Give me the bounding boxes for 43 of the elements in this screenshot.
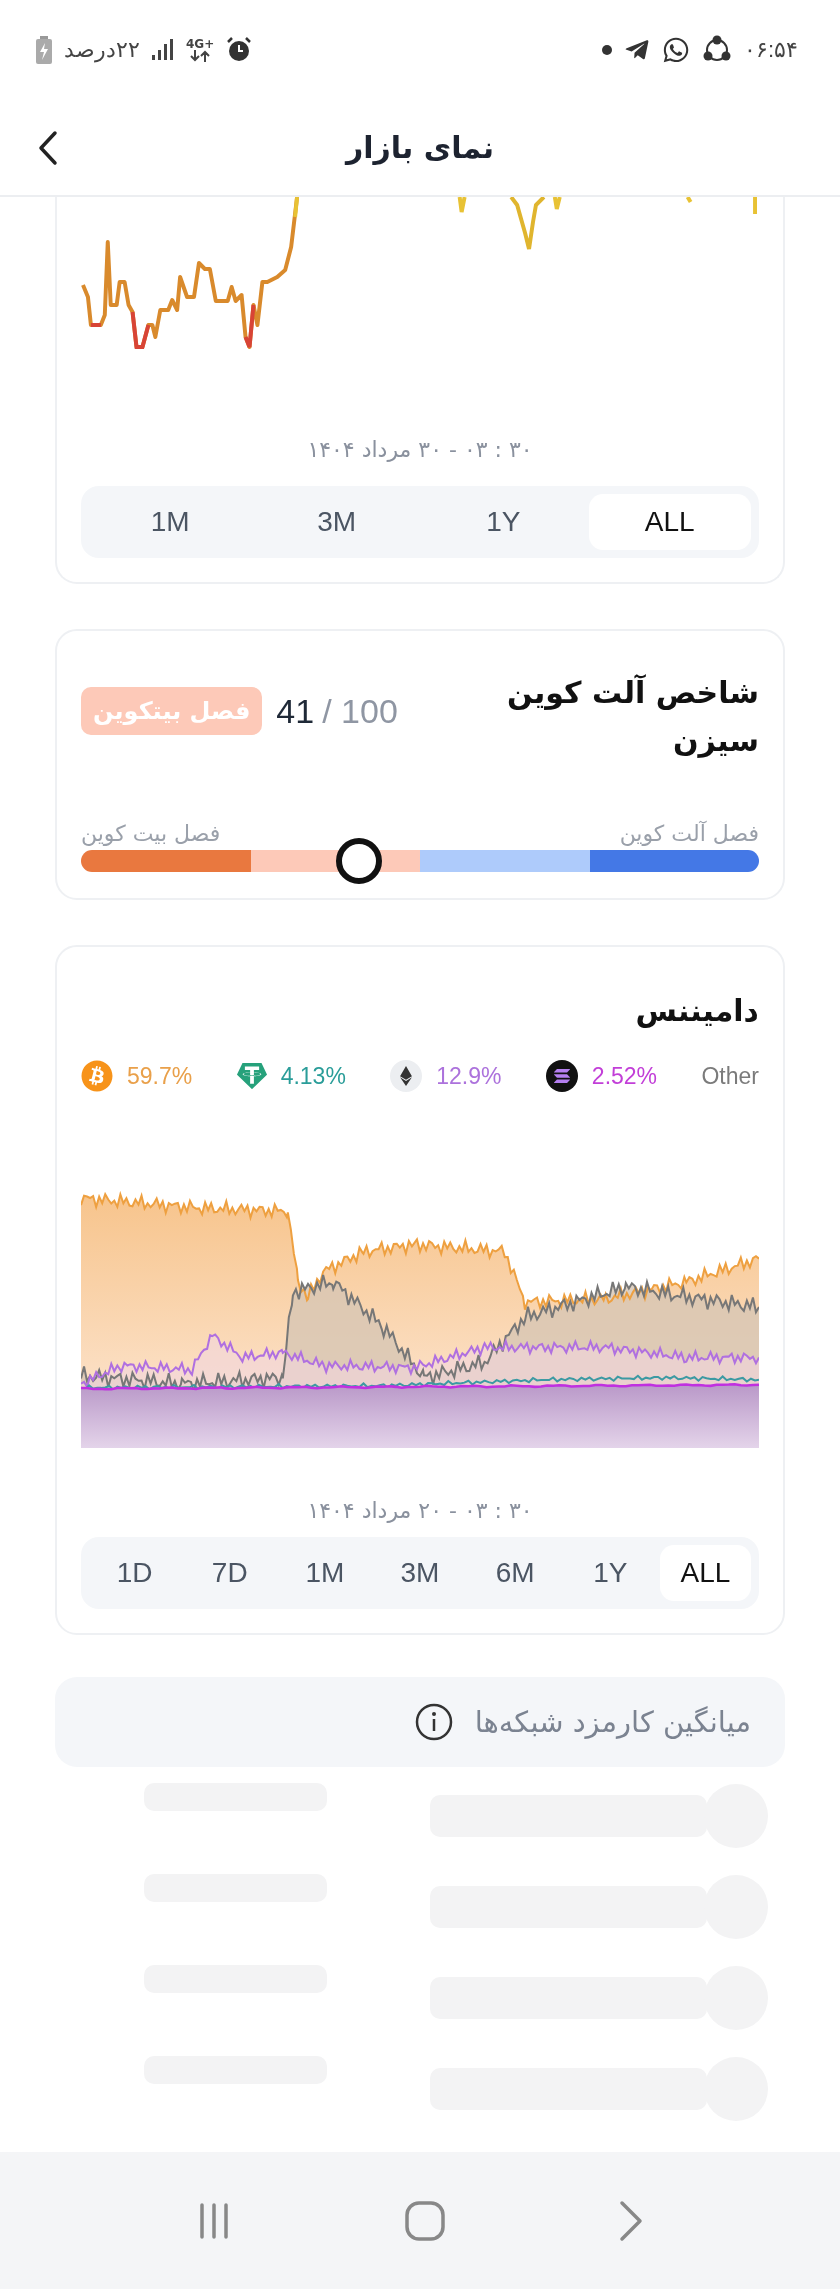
chart-date: ۳۰ : ۰۳ - ۳۰ مرداد ۱۴۰۴ bbox=[306, 437, 534, 462]
solana-icon bbox=[545, 1060, 578, 1092]
range-tab[interactable]: 1Y bbox=[564, 1545, 656, 1602]
back-icon bbox=[37, 130, 59, 166]
chart-date: ۳۰ : ۰۳ - ۲۰ مرداد ۱۴۰۴ bbox=[306, 1498, 534, 1524]
range-tab[interactable]: 1M bbox=[89, 494, 252, 550]
notification-dot-icon bbox=[601, 45, 612, 55]
data-arrows-icon bbox=[190, 50, 211, 62]
range-tab[interactable]: 1M bbox=[279, 1545, 371, 1602]
ethereum-icon bbox=[390, 1060, 423, 1092]
range-tab[interactable]: 3M bbox=[255, 494, 418, 550]
whatsapp-icon bbox=[661, 36, 690, 64]
network-type: 4G+ bbox=[186, 38, 215, 50]
dominance-value: 59.7% bbox=[127, 1062, 193, 1090]
home-icon bbox=[403, 2198, 447, 2243]
alarm-icon bbox=[226, 37, 253, 63]
dominance-value: 12.9% bbox=[436, 1062, 502, 1090]
fees-title: میانگین کارمزد شبکه‌ها bbox=[474, 1705, 751, 1740]
clock-time: ۰۶:۵۴ bbox=[743, 37, 798, 63]
signal-icon bbox=[152, 39, 174, 61]
range-tab[interactable]: 1D bbox=[89, 1545, 181, 1602]
dominance-value: 4.13% bbox=[280, 1062, 346, 1090]
dominance-value: 2.52% bbox=[591, 1062, 658, 1090]
card-title: دامیننس bbox=[634, 992, 759, 1030]
page-title: نمای بازار bbox=[346, 130, 494, 165]
index-score: 41 bbox=[276, 691, 315, 731]
range-tab[interactable]: ALL bbox=[588, 494, 751, 550]
range-tab[interactable]: 6M bbox=[469, 1545, 561, 1602]
bitcoin-season-label: فصل بیت کوین bbox=[81, 821, 221, 846]
range-tab[interactable]: 7D bbox=[184, 1545, 276, 1602]
range-tab[interactable]: 3M bbox=[374, 1545, 466, 1602]
card-title: شاخص آلت کوین سیزن bbox=[505, 673, 759, 760]
battery-icon bbox=[36, 36, 52, 64]
range-tab[interactable]: 1Y bbox=[422, 494, 585, 550]
battery-percent: ۲۲درصد bbox=[64, 37, 140, 63]
season-badge: فصل بیتکوین bbox=[81, 687, 263, 735]
dominance-value: Other bbox=[701, 1062, 759, 1090]
altcoin-season-label: فصل آلت کوین bbox=[619, 821, 759, 846]
bitcoin-icon bbox=[81, 1060, 114, 1092]
tether-icon bbox=[236, 1061, 267, 1091]
index-max: / 100 bbox=[322, 691, 398, 731]
range-tab[interactable]: ALL bbox=[659, 1545, 751, 1602]
info-icon[interactable] bbox=[414, 1703, 453, 1742]
